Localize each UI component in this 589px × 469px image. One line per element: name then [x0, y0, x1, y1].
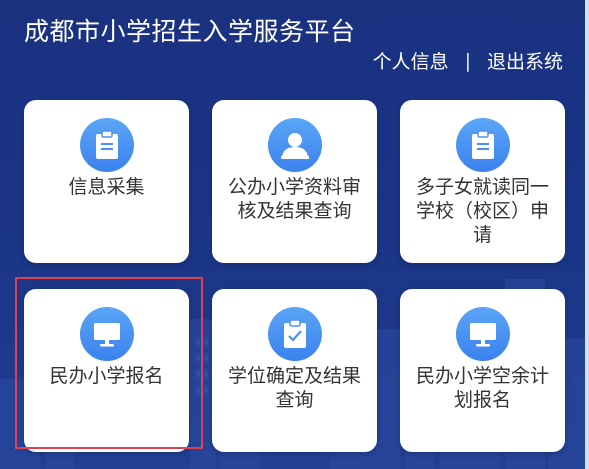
header: 成都市小学招生入学服务平台 个人信息 | 退出系统: [0, 0, 585, 90]
card-label: 公办小学资料审核及结果查询: [227, 176, 361, 222]
user-profile-icon: [267, 118, 322, 172]
logout-link[interactable]: 退出系统: [487, 47, 563, 74]
card-private-vacancy-registration[interactable]: 民办小学空余计划报名: [400, 289, 565, 452]
card-label: 多子女就读同一学校（校区）申请: [415, 176, 549, 246]
app-title: 成都市小学招生入学服务平台: [24, 17, 356, 46]
clipboard-check-icon: [267, 307, 322, 361]
card-label: 信息采集: [68, 176, 145, 198]
card-placement-results[interactable]: 学位确定及结果查询: [212, 289, 377, 452]
app-screen: 成都市小学招生入学服务平台 个人信息 | 退出系统 信息采集 公办小学资料审核及…: [0, 0, 589, 469]
card-info-collection[interactable]: 信息采集: [24, 100, 189, 263]
clipboard-icon: [455, 118, 510, 172]
card-public-school-review[interactable]: 公办小学资料审核及结果查询: [212, 100, 377, 263]
link-separator: |: [464, 49, 471, 72]
window-edge: [585, 0, 589, 469]
card-multi-child-application[interactable]: 多子女就读同一学校（校区）申请: [400, 100, 565, 263]
highlight-annotation-box: [15, 277, 203, 449]
clipboard-icon: [79, 118, 134, 172]
monitor-icon: [455, 307, 510, 361]
card-label: 学位确定及结果查询: [227, 365, 361, 411]
card-label: 民办小学空余计划报名: [415, 365, 549, 411]
user-links: 个人信息 | 退出系统: [373, 47, 563, 74]
personal-info-link[interactable]: 个人信息: [373, 47, 449, 74]
